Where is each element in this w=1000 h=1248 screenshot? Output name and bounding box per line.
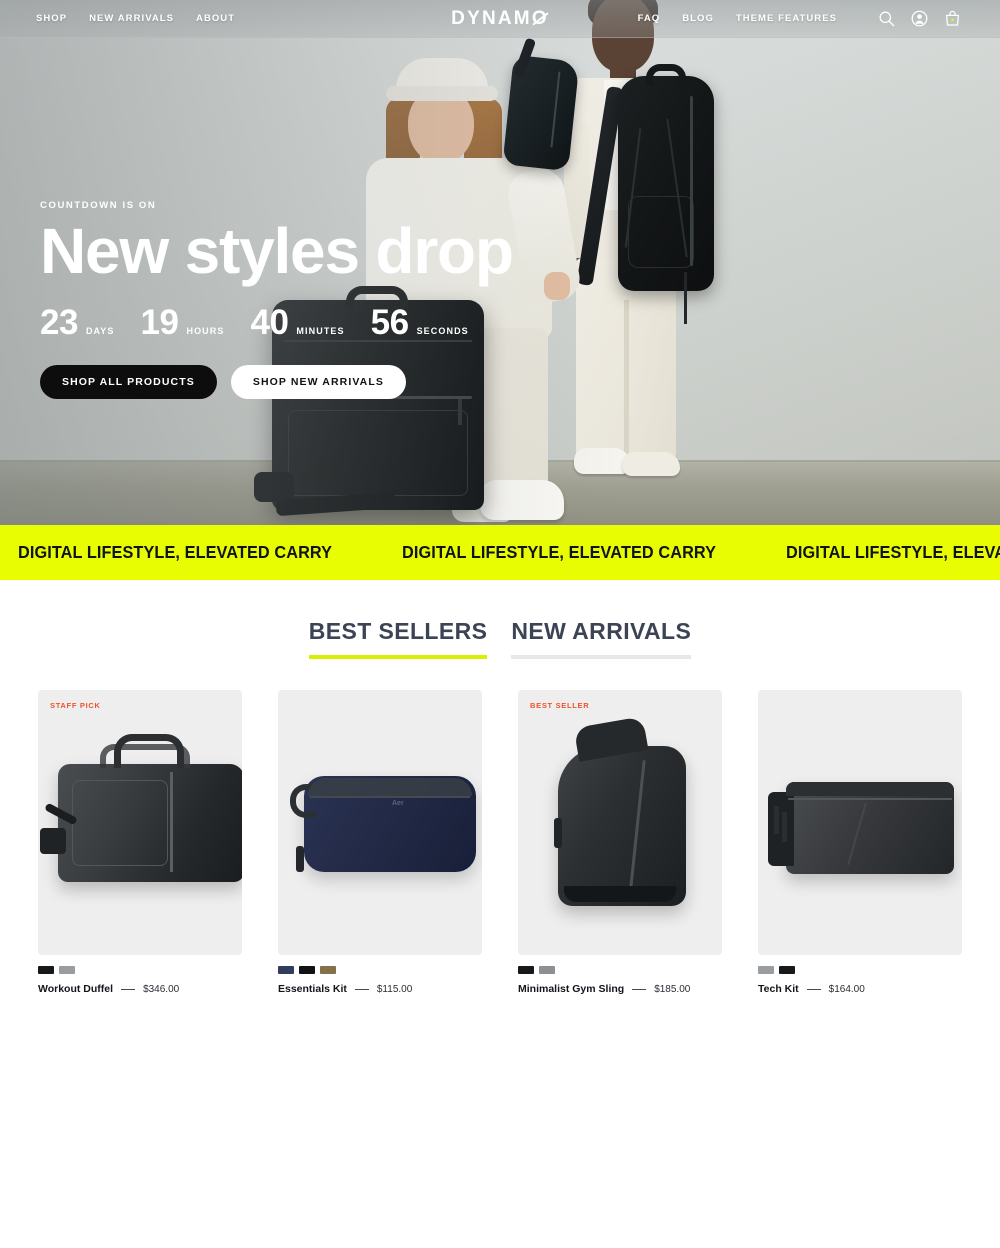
product-image-essentials-kit[interactable]: Aer (278, 690, 482, 955)
nav-link-new-arrivals[interactable]: NEW ARRIVALS (89, 13, 174, 24)
nav-link-blog[interactable]: BLOG (682, 13, 714, 24)
countdown-hours-value: 19 (140, 303, 179, 342)
tab-active-underline (308, 655, 488, 659)
product-price: $164.00 (828, 983, 865, 995)
product-name: Minimalist Gym Sling (518, 983, 625, 995)
color-swatch[interactable] (38, 966, 54, 974)
product-meta: Workout Duffel $346.00 (38, 983, 242, 995)
about-section: Aer (0, 1040, 1000, 1248)
tab-new-arrivals[interactable]: NEW ARRIVALS (511, 618, 692, 659)
duffel-bag-art (40, 734, 242, 882)
product-image-minimalist-gym-sling[interactable]: BEST SELLER (518, 690, 722, 955)
countdown-hours-label: HOURS (186, 326, 225, 336)
color-swatches (278, 966, 482, 974)
product-image-tech-kit[interactable] (758, 690, 962, 955)
color-swatch[interactable] (518, 966, 534, 974)
separator-dash (354, 988, 369, 990)
countdown-seconds: 56 SECONDS (371, 303, 469, 343)
separator-dash (806, 988, 821, 990)
product-name: Essentials Kit (278, 983, 347, 995)
nav-link-faq[interactable]: FAQ (638, 13, 661, 24)
tab-best-sellers-label: BEST SELLERS (308, 618, 488, 644)
hero-cta-row: SHOP ALL PRODUCTS SHOP NEW ARRIVALS (40, 365, 513, 399)
nav-link-theme-features[interactable]: THEME FEATURES (736, 13, 837, 24)
hero-title: New styles drop (40, 215, 514, 287)
product-price: $115.00 (376, 983, 413, 995)
cart-icon[interactable] (943, 9, 962, 28)
countdown-seconds-value: 56 (370, 303, 409, 342)
countdown-seconds-label: SECONDS (416, 326, 469, 336)
hero-section: COUNTDOWN IS ON New styles drop 23 DAYS … (0, 0, 1000, 525)
marquee-item: DIGITAL LIFESTYLE, ELEVATED CARRY (18, 542, 333, 562)
countdown-minutes-label: MINUTES (296, 326, 345, 336)
color-swatch[interactable] (59, 966, 75, 974)
product-price: $185.00 (654, 983, 691, 995)
homepage: COUNTDOWN IS ON New styles drop 23 DAYS … (0, 0, 1000, 1248)
tech-kit-art (768, 782, 954, 874)
hero-eyebrow: COUNTDOWN IS ON (40, 200, 157, 211)
countdown-minutes: 40 MINUTES (250, 303, 344, 343)
product-image-workout-duffel[interactable]: STAFF PICK (38, 690, 242, 955)
separator-dash (121, 988, 136, 990)
color-swatch[interactable] (758, 966, 774, 974)
marquee-track: DIGITAL LIFESTYLE, ELEVATED CARRY DIGITA… (0, 542, 1000, 563)
search-icon[interactable] (877, 9, 896, 28)
countdown-days-label: DAYS (85, 326, 115, 336)
status-badge: STAFF PICK (50, 701, 101, 710)
color-swatches (518, 966, 722, 974)
product-card[interactable]: STAFF PICK Workout Duffel $346.00 (38, 690, 242, 995)
product-name: Workout Duffel (38, 983, 114, 995)
brand-logo-slashed-o: O (531, 7, 549, 29)
countdown-hours: 19 HOURS (141, 303, 225, 343)
color-swatch[interactable] (779, 966, 795, 974)
primary-nav: SHOP NEW ARRIVALS ABOUT (36, 13, 235, 24)
countdown-minutes-value: 40 (250, 303, 289, 342)
account-icon[interactable] (910, 9, 929, 28)
countdown-timer: 23 DAYS 19 HOURS 40 MINUTES 56 SECONDS (40, 303, 513, 343)
color-swatches (38, 966, 242, 974)
product-price: $346.00 (143, 983, 180, 995)
hero-copy: COUNTDOWN IS ON New styles drop 23 DAYS … (40, 200, 514, 399)
header-icons (877, 9, 962, 28)
tab-inactive-underline (511, 655, 692, 659)
product-name: Tech Kit (758, 983, 799, 995)
product-meta: Minimalist Gym Sling $185.00 (518, 983, 722, 995)
collection-tabs-wrapper: BEST SELLERS NEW ARRIVALS (0, 618, 1000, 659)
site-header: SHOP NEW ARRIVALS ABOUT DYNAMO FAQ BLOG … (0, 0, 1000, 38)
shop-all-products-button[interactable]: SHOP ALL PRODUCTS (40, 365, 217, 399)
product-card[interactable]: Tech Kit $164.00 (758, 690, 962, 995)
marquee-banner: DIGITAL LIFESTYLE, ELEVATED CARRY DIGITA… (0, 525, 1000, 580)
brand-logo-text: DYNAM (451, 7, 532, 29)
marquee-item: DIGITAL LIFESTYLE, ELEVATED CARRY (785, 542, 1000, 562)
product-card[interactable]: BEST SELLER Minimalist Gym Sling $185.00 (518, 690, 722, 995)
marquee-item: DIGITAL LIFESTYLE, ELEVATED CARRY (401, 542, 716, 562)
secondary-nav: FAQ BLOG THEME FEATURES (638, 9, 1000, 28)
tab-new-arrivals-label: NEW ARRIVALS (511, 618, 692, 644)
pouch-bag-art: Aer (290, 776, 476, 872)
separator-dash (632, 988, 647, 990)
collection-tabs: BEST SELLERS NEW ARRIVALS (0, 618, 1000, 659)
color-swatch[interactable] (539, 966, 555, 974)
sling-bag-art (554, 716, 686, 906)
product-meta: Tech Kit $164.00 (758, 983, 962, 995)
product-grid: STAFF PICK Workout Duffel $346.00 Aer Es… (38, 690, 962, 995)
color-swatches (758, 966, 962, 974)
countdown-days: 23 DAYS (40, 303, 115, 343)
countdown-days-value: 23 (40, 303, 78, 342)
product-card[interactable]: Aer Essentials Kit $115.00 (278, 690, 482, 995)
nav-link-about[interactable]: ABOUT (196, 13, 235, 24)
color-swatch[interactable] (278, 966, 294, 974)
status-badge: BEST SELLER (530, 701, 590, 710)
tab-best-sellers[interactable]: BEST SELLERS (308, 618, 488, 659)
shop-new-arrivals-button[interactable]: SHOP NEW ARRIVALS (230, 365, 406, 399)
color-swatch[interactable] (299, 966, 315, 974)
color-swatch[interactable] (320, 966, 336, 974)
nav-link-shop[interactable]: SHOP (36, 13, 67, 24)
product-meta: Essentials Kit $115.00 (278, 983, 482, 995)
